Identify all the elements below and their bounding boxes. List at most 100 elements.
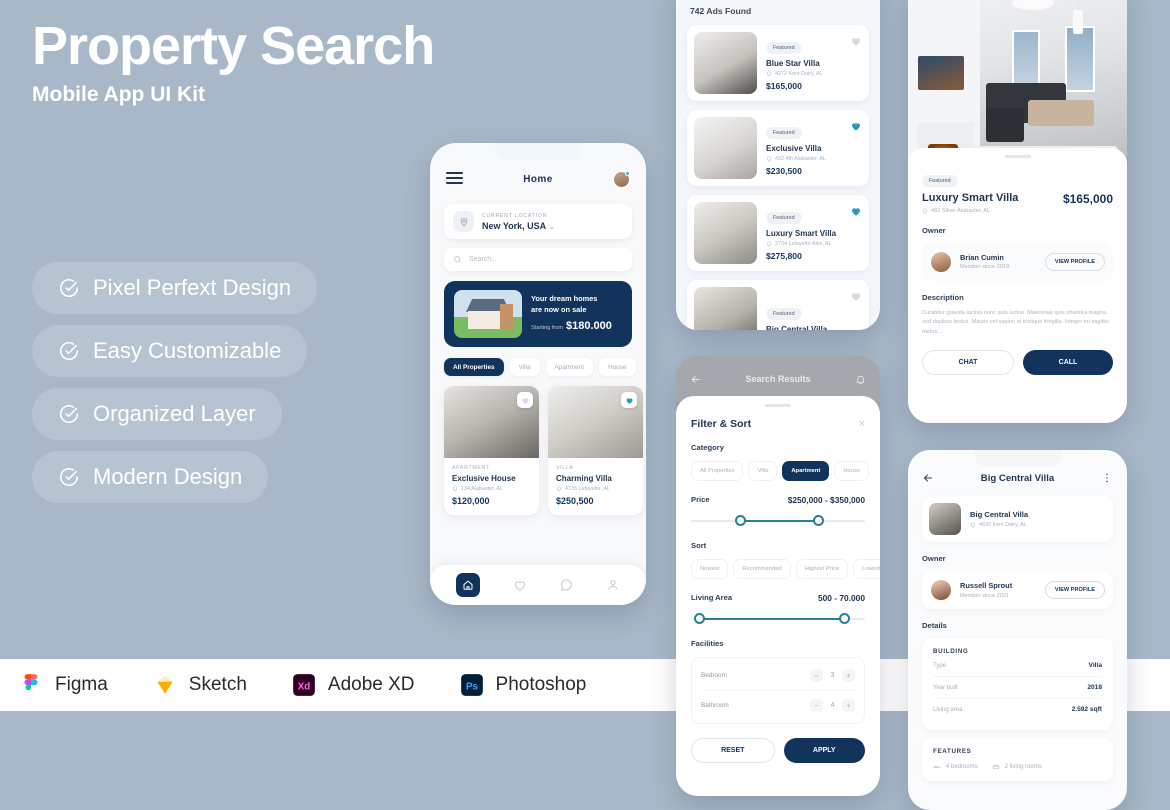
- living-area-slider[interactable]: [691, 612, 865, 626]
- slider-knob-min[interactable]: [734, 514, 746, 526]
- address-text: 4632 Kent Dairy, AL: [979, 522, 1027, 528]
- property-card[interactable]: VILLA Charming Villa 4735 Lafayette, AL …: [548, 386, 643, 515]
- view-profile-button[interactable]: VIEW PROFILE: [1044, 252, 1105, 271]
- svg-text:Ps: Ps: [466, 681, 479, 692]
- location-pin-icon: [766, 71, 772, 77]
- property-card-body: VILLA Charming Villa 4735 Lafayette, AL …: [548, 458, 643, 515]
- close-icon[interactable]: ×: [859, 418, 865, 430]
- menu-icon[interactable]: [446, 172, 463, 187]
- status-badge: Featured: [766, 41, 802, 54]
- favorite-button[interactable]: [850, 290, 862, 302]
- chip-lowest-price[interactable]: Lowest Price: [853, 558, 880, 579]
- phone-home-screen: Home CURRENT LOCATION New York, USA ⌄ Sea…: [430, 143, 646, 605]
- search-input[interactable]: Search...: [444, 248, 632, 271]
- price-label: Price: [691, 495, 710, 505]
- results-count: 742 Ads Found: [690, 6, 752, 16]
- nav-item-profile[interactable]: [606, 578, 620, 592]
- slider-knob-max[interactable]: [812, 514, 824, 526]
- page-title: Search Results: [745, 374, 811, 384]
- chip-highest-price[interactable]: Highest Price: [795, 558, 849, 579]
- sheet-title-row: Filter & Sort ×: [691, 418, 865, 430]
- favorite-button[interactable]: [850, 205, 862, 217]
- tool-label: Sketch: [188, 674, 247, 695]
- call-button[interactable]: CALL: [1023, 349, 1113, 375]
- increment-button[interactable]: +: [842, 668, 855, 682]
- sofa-icon: [992, 763, 1000, 771]
- favorite-button[interactable]: [621, 392, 637, 408]
- description-label: Description: [922, 292, 964, 302]
- more-options-icon[interactable]: [1101, 472, 1113, 484]
- detail-value: Villa: [1088, 662, 1102, 669]
- favorite-button[interactable]: [850, 35, 862, 47]
- current-location-card[interactable]: CURRENT LOCATION New York, USA ⌄: [444, 204, 632, 239]
- chip-newest[interactable]: Newest: [691, 558, 729, 579]
- tab-villa[interactable]: Villa: [509, 358, 540, 376]
- back-arrow-icon[interactable]: [690, 374, 701, 385]
- reset-button[interactable]: RESET: [691, 737, 775, 763]
- result-list-item[interactable]: Featured Big Central Villa: [687, 280, 869, 330]
- decrement-button[interactable]: –: [810, 698, 823, 712]
- chip-house[interactable]: House: [834, 460, 870, 481]
- promo-banner[interactable]: Your dream homes are now on sale Startin…: [444, 281, 632, 347]
- property-address: 2734 Lafayette Alex, AL: [766, 241, 841, 247]
- feature-living-rooms: 2 living rooms: [992, 763, 1042, 771]
- detail-key: Type: [933, 662, 947, 669]
- svg-text:Xd: Xd: [298, 681, 311, 692]
- bell-icon[interactable]: [855, 374, 866, 385]
- filter-bottom-sheet: Filter & Sort × Category All Properties …: [676, 396, 880, 796]
- apply-button[interactable]: APPLY: [783, 737, 865, 763]
- feature-pill-2: Organized Layer: [32, 388, 282, 440]
- back-arrow-icon[interactable]: [922, 472, 934, 484]
- tab-house[interactable]: House: [599, 358, 636, 376]
- detail-sheet: Featured Luxury Smart Villa 482 Silver A…: [908, 148, 1127, 423]
- result-list-item[interactable]: Featured Luxury Smart Villa 2734 Lafayet…: [687, 195, 869, 271]
- slider-knob-min[interactable]: [694, 612, 706, 624]
- description-text: Curabitur gravida lacinia nunc quis luct…: [922, 309, 1109, 336]
- result-body: Featured Exclusive Villa 432 4th Alabast…: [766, 121, 841, 176]
- decrement-button[interactable]: –: [810, 668, 823, 682]
- chip-villa[interactable]: Villa: [748, 460, 778, 481]
- property-summary-card[interactable]: Big Central Villa 4632 Kent Dairy, AL: [922, 496, 1113, 542]
- result-list-item[interactable]: Featured Exclusive Villa 432 4th Alabast…: [687, 110, 869, 186]
- chip-all-properties[interactable]: All Properties: [691, 460, 744, 481]
- chip-recommended[interactable]: Recommended: [733, 558, 791, 579]
- location-pin-icon: [970, 522, 976, 528]
- view-profile-button[interactable]: VIEW PROFILE: [1044, 581, 1105, 599]
- chevron-down-icon[interactable]: ⌄: [549, 225, 554, 231]
- check-circle-icon: [58, 340, 80, 362]
- property-name: Luxury Smart Villa: [766, 228, 837, 238]
- owner-card: Brian Cumin Member since 2019 VIEW PROFI…: [922, 242, 1113, 281]
- location-pin-icon: [452, 486, 458, 492]
- sheet-grabber[interactable]: [1004, 155, 1031, 158]
- property-address: 4735 Lafayette, AL: [556, 486, 635, 492]
- status-badge: Featured: [922, 174, 958, 187]
- property-photo: [694, 202, 757, 264]
- property-price: $120,000: [452, 496, 490, 506]
- detail-row-year-built: Year built 2018: [933, 677, 1102, 699]
- tab-all-properties[interactable]: All Properties: [444, 358, 504, 376]
- result-list-item[interactable]: Featured Blue Star Villa 4272 Kent Dairy…: [687, 25, 869, 101]
- quantity-stepper: – 4 +: [810, 698, 855, 712]
- sheet-grabber[interactable]: [765, 404, 791, 407]
- property-card[interactable]: APARTMENT Exclusive House 134 Alabaster,…: [444, 386, 539, 515]
- phone-filter-screen: Search Results Filter & Sort × Category …: [676, 356, 880, 796]
- increment-button[interactable]: +: [842, 698, 855, 712]
- chip-apartment[interactable]: Apartment: [782, 460, 830, 481]
- price-range-slider[interactable]: [691, 514, 865, 528]
- nav-item-favorites[interactable]: [513, 578, 527, 592]
- property-address: 432 4th Alabaster, AL: [766, 156, 841, 162]
- owner-member-since: Member since 2019: [960, 264, 1010, 271]
- chat-button[interactable]: CHAT: [922, 349, 1014, 375]
- property-category: VILLA: [556, 465, 574, 471]
- nav-item-home[interactable]: [456, 573, 481, 597]
- favorite-button[interactable]: [517, 392, 533, 408]
- slider-knob-max[interactable]: [838, 612, 850, 624]
- avatar[interactable]: [612, 171, 630, 188]
- avatar: [930, 579, 952, 601]
- favorite-button[interactable]: [850, 120, 862, 132]
- detail-actions: CHAT CALL: [922, 349, 1113, 375]
- nav-item-messages[interactable]: [559, 578, 573, 592]
- tab-apartment[interactable]: Apartment: [545, 358, 594, 376]
- tool-photoshop: Ps Photoshop: [459, 672, 586, 698]
- feature-label: 4 bedrooms: [946, 764, 978, 770]
